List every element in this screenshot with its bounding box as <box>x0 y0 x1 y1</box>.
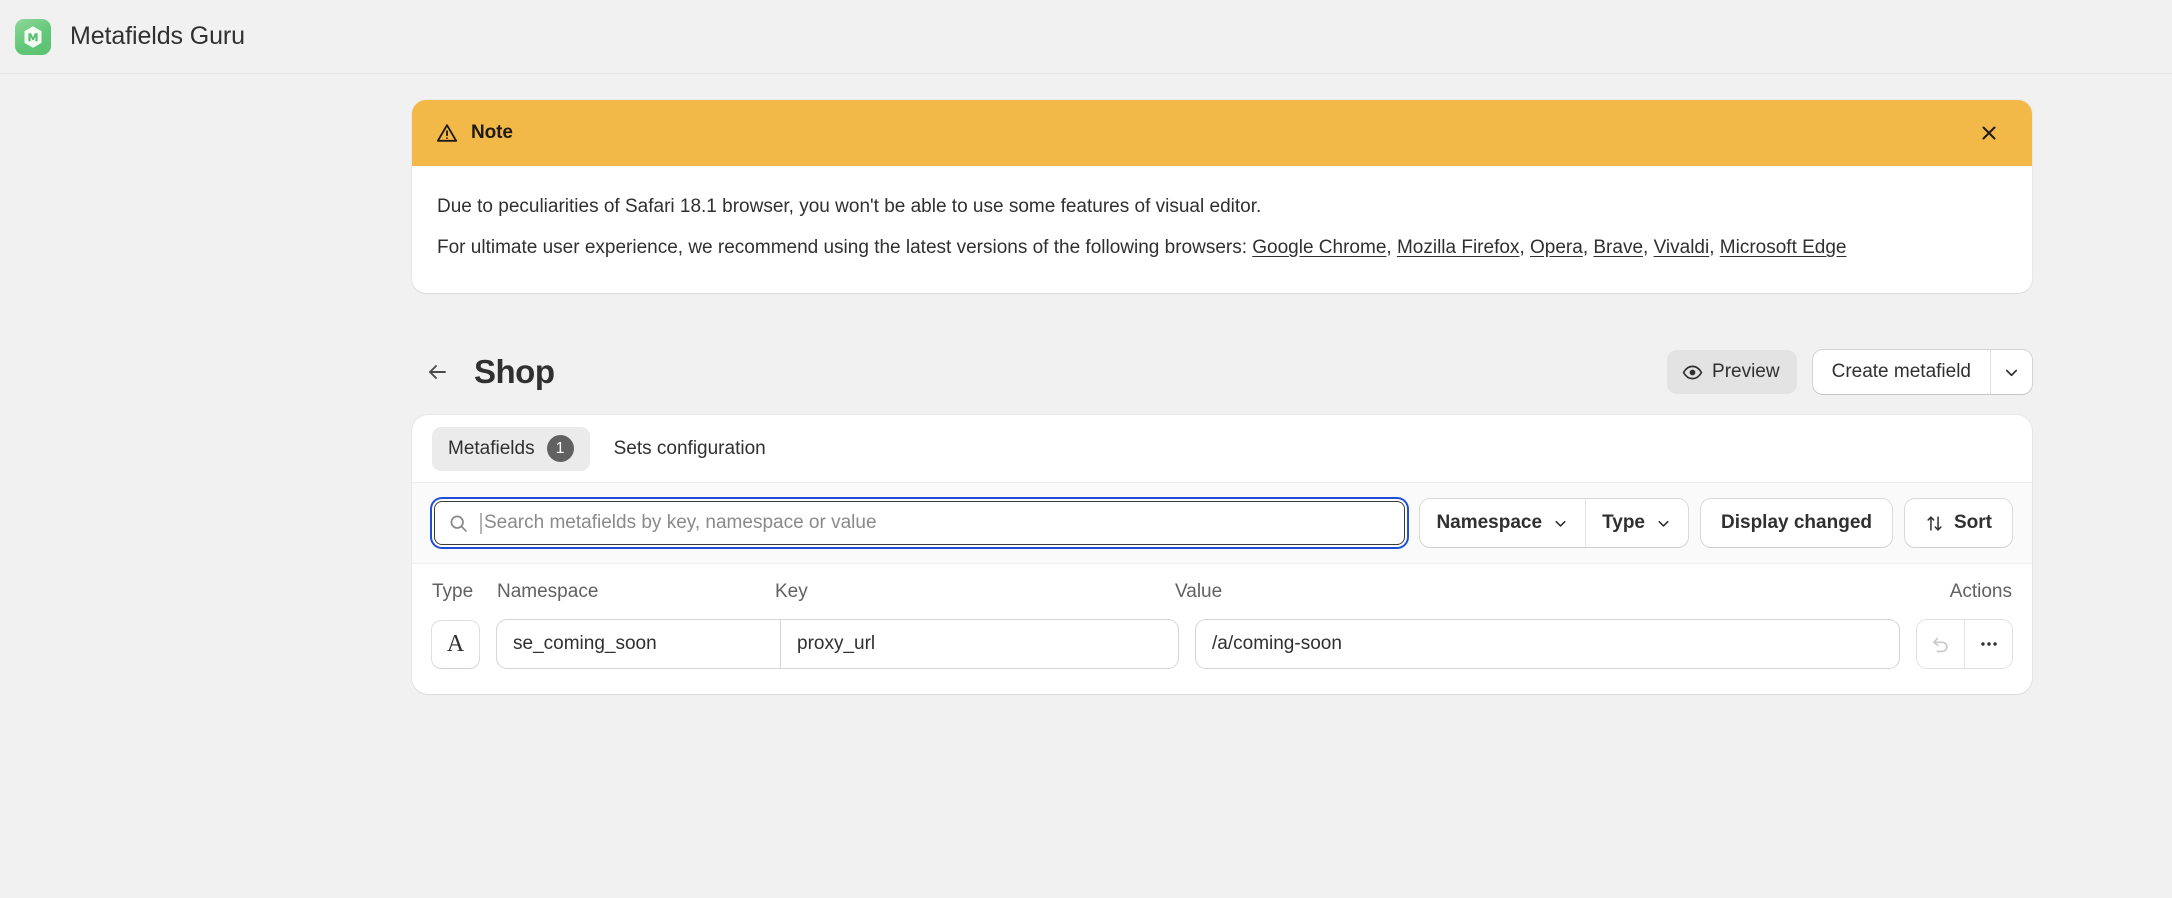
page-body: Note Due to peculiarities of Safari 18.1… <box>0 100 2172 694</box>
namespace-field[interactable]: se_coming_soon <box>497 620 780 668</box>
namespace-filter-label: Namespace <box>1436 512 1543 533</box>
tab-metafields-label: Metafields <box>448 437 535 459</box>
tab-sets-configuration[interactable]: Sets configuration <box>598 427 782 471</box>
filter-bar: Search metafields by key, namespace or v… <box>412 483 2032 564</box>
eye-icon <box>1682 362 1703 383</box>
note-banner-title-group: Note <box>436 122 1972 144</box>
content-container: Note Due to peculiarities of Safari 18.1… <box>412 100 2032 694</box>
link-separator: , <box>1386 237 1397 258</box>
row-actions-group <box>1917 620 2012 668</box>
browser-link-mozilla-firefox[interactable]: Mozilla Firefox <box>1397 237 1519 258</box>
search-placeholder: Search metafields by key, namespace or v… <box>484 512 877 533</box>
note-line-2-prefix: For ultimate user experience, we recomme… <box>437 237 1253 258</box>
browser-link-brave[interactable]: Brave <box>1593 237 1643 258</box>
link-separator: , <box>1709 237 1720 258</box>
more-horizontal-icon[interactable] <box>1965 620 2012 668</box>
revert-icon[interactable] <box>1917 620 1964 668</box>
column-header-namespace: Namespace <box>497 581 599 602</box>
note-banner-body: Due to peculiarities of Safari 18.1 brow… <box>412 166 2032 293</box>
type-filter-label: Type <box>1602 512 1645 533</box>
column-header-actions: Actions <box>1949 581 2012 602</box>
sort-button[interactable]: Sort <box>1905 499 2012 547</box>
search-input-inner: Search metafields by key, namespace or v… <box>434 501 1406 545</box>
metafields-guru-logo-icon <box>15 18 51 55</box>
note-line-2: For ultimate user experience, we recomme… <box>437 231 2006 265</box>
browser-link-vivaldi[interactable]: Vivaldi <box>1654 237 1710 258</box>
note-banner: Note Due to peculiarities of Safari 18.1… <box>412 100 2032 293</box>
type-filter-button[interactable]: Type <box>1586 499 1688 547</box>
type-chip[interactable]: A <box>432 620 479 668</box>
create-metafield-split-button: Create metafield <box>1812 350 2032 394</box>
page-title: Shop <box>474 353 555 390</box>
filter-segmented-group: Namespace Type <box>1420 499 1688 547</box>
table-header-row: Type Namespace Key Value Actions <box>432 564 2012 620</box>
close-icon[interactable] <box>1972 116 2006 150</box>
link-separator: , <box>1582 237 1594 258</box>
key-field[interactable]: proxy_url <box>780 620 1178 668</box>
metafields-table: Type Namespace Key Value Actions A se_co… <box>412 564 2032 694</box>
app-title: Metafields Guru <box>70 22 245 50</box>
column-header-value: Value <box>1175 581 1223 602</box>
page-header: Shop Preview Create metafield <box>412 348 2032 396</box>
tab-sets-configuration-label: Sets configuration <box>613 437 766 459</box>
tab-bar: Metafields 1 Sets configuration <box>412 415 2032 483</box>
browser-links: Google Chrome, Mozilla Firefox, Opera, B… <box>1252 237 1846 258</box>
chevron-down-icon <box>1552 515 1569 532</box>
warning-triangle-icon <box>436 122 458 144</box>
display-changed-button[interactable]: Display changed <box>1701 499 1892 547</box>
sort-arrows-icon <box>1925 514 1944 533</box>
search-icon <box>448 513 469 534</box>
chevron-down-icon <box>1655 515 1672 532</box>
metafields-card: Metafields 1 Sets configuration Search m… <box>412 415 2032 694</box>
link-separator: , <box>1519 237 1530 258</box>
namespace-key-field-group: se_coming_soon proxy_url <box>497 620 1178 668</box>
sort-button-label: Sort <box>1954 512 1992 533</box>
tab-metafields-badge: 1 <box>546 435 574 462</box>
column-header-key: Key <box>775 581 808 602</box>
tab-metafields[interactable]: Metafields 1 <box>432 426 590 471</box>
create-metafield-button[interactable]: Create metafield <box>1813 350 1990 394</box>
preview-button[interactable]: Preview <box>1667 350 1797 394</box>
note-line-1: Due to peculiarities of Safari 18.1 brow… <box>437 196 1262 217</box>
page-header-actions: Preview Create metafield <box>1667 350 2032 394</box>
chevron-down-icon[interactable] <box>1991 350 2032 394</box>
note-banner-title: Note <box>471 122 513 143</box>
table-row: A se_coming_soon proxy_url /a/coming-soo… <box>432 620 2012 668</box>
namespace-filter-button[interactable]: Namespace <box>1420 499 1585 547</box>
browser-link-opera[interactable]: Opera <box>1530 237 1583 258</box>
browser-link-microsoft-edge[interactable]: Microsoft Edge <box>1720 237 1847 258</box>
browser-link-google-chrome[interactable]: Google Chrome <box>1252 237 1386 258</box>
column-header-type: Type <box>432 581 474 602</box>
preview-button-label: Preview <box>1712 361 1780 382</box>
value-field[interactable]: /a/coming-soon <box>1196 620 1899 668</box>
search-input[interactable]: Search metafields by key, namespace or v… <box>432 499 1408 547</box>
text-cursor <box>480 512 482 534</box>
note-banner-header: Note <box>412 100 2032 166</box>
app-bar: Metafields Guru <box>0 0 2172 74</box>
arrow-left-icon[interactable] <box>422 357 452 387</box>
link-separator: , <box>1643 237 1654 258</box>
